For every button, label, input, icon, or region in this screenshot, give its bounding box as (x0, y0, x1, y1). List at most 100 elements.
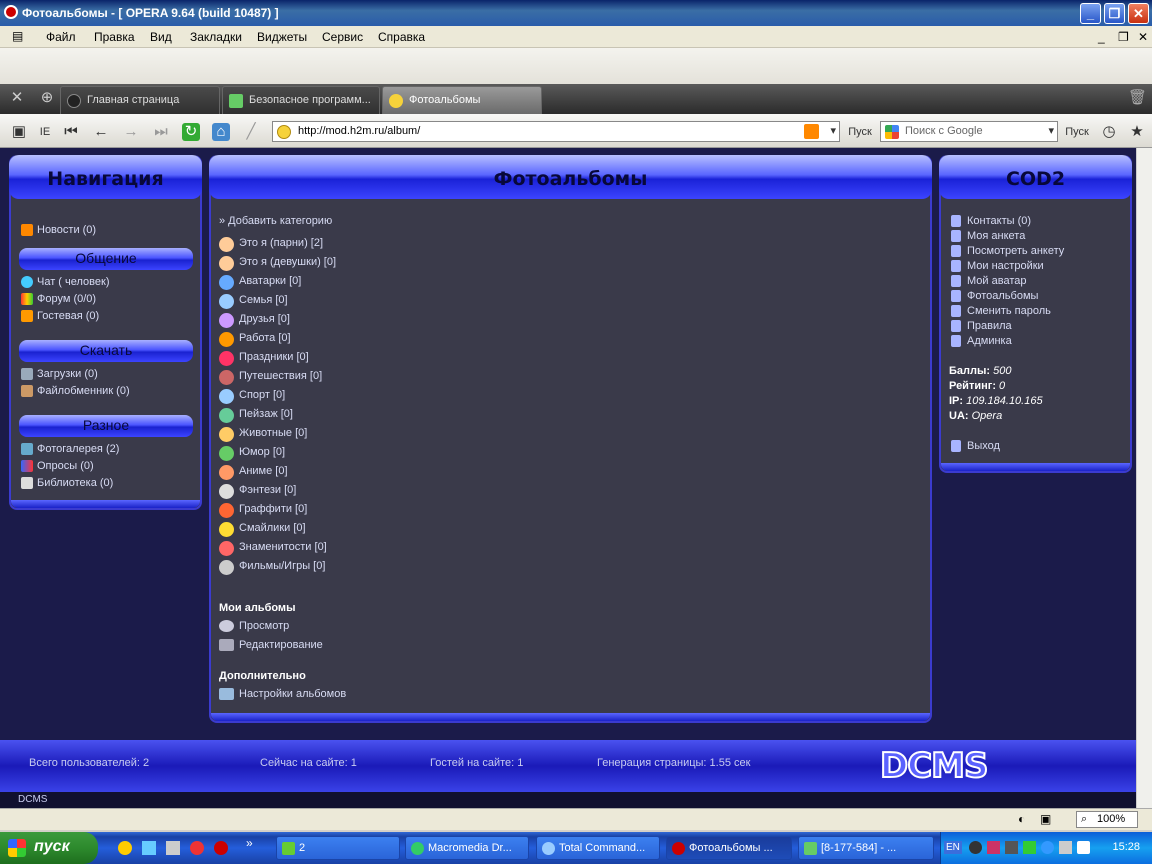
category-link[interactable]: Путешествия [0] (219, 370, 322, 385)
menu-file[interactable]: Файл (46, 30, 76, 44)
view-albums-link[interactable]: Просмотр (219, 620, 289, 632)
quicklaunch-icon[interactable] (166, 841, 180, 855)
new-tab-icon[interactable]: ⊕ (38, 89, 56, 107)
category-link[interactable]: Пейзаж [0] (219, 408, 293, 423)
ie-button[interactable]: IE (36, 123, 54, 141)
user-menu-link[interactable]: Мой аватар (951, 275, 1026, 287)
wand-icon[interactable]: ╱ (242, 123, 260, 141)
quicklaunch-icon[interactable] (190, 841, 204, 855)
nav-news-link[interactable]: Новости (0) (21, 224, 96, 236)
back-icon[interactable]: ← (92, 123, 110, 141)
mdi-minimize-button[interactable]: _ (1098, 30, 1105, 44)
taskbar-item[interactable]: Macromedia Dr... (405, 836, 529, 860)
user-menu-link[interactable]: Фотоальбомы (951, 290, 1038, 302)
category-link[interactable]: Это я (девушки) [0] (219, 256, 336, 271)
rss-icon[interactable] (804, 124, 819, 139)
user-menu-link[interactable]: Админка (951, 335, 1012, 347)
address-dropdown-icon[interactable]: ▾ (830, 124, 836, 137)
tray-icon[interactable] (1077, 841, 1090, 854)
user-menu-link[interactable]: Посмотреть анкету (951, 245, 1064, 257)
nav-chat-link[interactable]: Чат ( человек) (21, 276, 109, 288)
quicklaunch-icon[interactable] (118, 841, 132, 855)
category-link[interactable]: Фильмы/Игры [0] (219, 560, 325, 575)
tray-icon[interactable] (987, 841, 1000, 854)
nav-gallery-link[interactable]: Фотогалерея (2) (21, 443, 119, 455)
tray-icon[interactable] (1059, 841, 1072, 854)
tray-icon[interactable] (969, 841, 982, 854)
search-dropdown-icon[interactable]: ▾ (1048, 124, 1054, 137)
category-link[interactable]: Граффити [0] (219, 503, 307, 518)
add-category-link[interactable]: » Добавить категорию (219, 215, 332, 227)
menu-edit[interactable]: Правка (94, 30, 135, 44)
category-link[interactable]: Знаменитости [0] (219, 541, 327, 556)
nav-forum-link[interactable]: Форум (0/0) (21, 293, 96, 305)
user-menu-link[interactable]: Правила (951, 320, 1012, 332)
category-link[interactable]: Спорт [0] (219, 389, 285, 404)
menu-bookmarks[interactable]: Закладки (190, 30, 242, 44)
vertical-scrollbar[interactable] (1136, 148, 1152, 808)
category-link[interactable]: Фэнтези [0] (219, 484, 296, 499)
maximize-button[interactable]: ❐ (1104, 3, 1125, 24)
nav-polls-link[interactable]: Опросы (0) (21, 460, 94, 472)
nav-guestbook-link[interactable]: Гостевая (0) (21, 310, 99, 322)
edit-albums-link[interactable]: Редактирование (219, 639, 323, 651)
page-menu-icon[interactable]: ▤ (12, 29, 23, 43)
nav-fileshare-link[interactable]: Файлобменник (0) (21, 385, 130, 397)
menu-widgets[interactable]: Виджеты (257, 30, 307, 44)
reload-icon[interactable]: ↻ (182, 123, 200, 141)
presentation-mode-icon[interactable]: ◐ (1018, 812, 1025, 826)
minimize-button[interactable]: _ (1080, 3, 1101, 24)
fast-forward-icon[interactable]: ⏭ (152, 123, 170, 141)
menu-view[interactable]: Вид (150, 30, 172, 44)
trash-icon[interactable]: 🗑 (1128, 89, 1147, 107)
rewind-icon[interactable]: ⏮ (62, 123, 80, 141)
category-link[interactable]: Семья [0] (219, 294, 288, 309)
menu-tools[interactable]: Сервис (322, 30, 363, 44)
category-link[interactable]: Друзья [0] (219, 313, 290, 328)
category-link[interactable]: Это я (парни) [2] (219, 237, 323, 252)
quicklaunch-icon[interactable] (142, 841, 156, 855)
taskbar-item-active[interactable]: Фотоальбомы ... (666, 836, 792, 860)
forward-icon[interactable]: → (122, 123, 140, 141)
bookmark-star-icon[interactable]: ★ (1128, 123, 1146, 141)
tray-icon[interactable] (1023, 841, 1036, 854)
taskbar-item[interactable]: 2 (276, 836, 400, 860)
user-menu-link[interactable]: Сменить пароль (951, 305, 1051, 317)
tab-photoalbums[interactable]: Фотоальбомы (382, 86, 542, 114)
category-link[interactable]: Аватарки [0] (219, 275, 301, 290)
nav-downloads-link[interactable]: Загрузки (0) (21, 368, 98, 380)
category-link[interactable]: Аниме [0] (219, 465, 288, 480)
category-link[interactable]: Животные [0] (219, 427, 307, 442)
tray-icon[interactable] (1041, 841, 1054, 854)
taskbar-item[interactable]: Total Command... (536, 836, 660, 860)
tab-security[interactable]: Безопасное программ... (222, 86, 380, 114)
search-go-button[interactable]: Пуск (1062, 123, 1092, 141)
nav-library-link[interactable]: Библиотека (0) (21, 477, 113, 489)
address-field[interactable]: http://mod.h2m.ru/album/ ▾ (272, 121, 840, 142)
category-link[interactable]: Работа [0] (219, 332, 291, 347)
category-link[interactable]: Смайлики [0] (219, 522, 306, 537)
logout-link[interactable]: Выход (951, 440, 1000, 452)
album-settings-link[interactable]: Настройки альбомов (219, 688, 346, 700)
search-input[interactable]: Поиск с Google ▾ (880, 121, 1058, 142)
category-link[interactable]: Праздники [0] (219, 351, 309, 366)
tab-home[interactable]: Главная страница (60, 86, 220, 114)
category-link[interactable]: Юмор [0] (219, 446, 285, 461)
window-title-bar[interactable]: Фотоальбомы - [ OPERA 9.64 (build 10487)… (0, 0, 1152, 26)
quicklaunch-more-icon[interactable]: » (246, 836, 253, 850)
user-menu-link[interactable]: Моя анкета (951, 230, 1025, 242)
user-menu-link[interactable]: Контакты (0) (951, 215, 1031, 227)
home-icon[interactable]: ⌂ (212, 123, 230, 141)
user-menu-link[interactable]: Мои настройки (951, 260, 1044, 272)
mdi-close-button[interactable]: ✕ (1138, 30, 1148, 44)
taskbar-item[interactable]: [8-177-584] - ... (798, 836, 934, 860)
language-indicator[interactable]: EN (944, 841, 962, 854)
history-clock-icon[interactable]: ◷ (1100, 123, 1118, 141)
start-button[interactable]: пуск (0, 832, 98, 864)
tools-icon[interactable]: ✕ (8, 89, 26, 107)
quicklaunch-icon[interactable] (214, 841, 228, 855)
close-button[interactable]: ✕ (1128, 3, 1149, 24)
go-button[interactable]: Пуск (845, 123, 875, 141)
save-icon[interactable]: ▣ (10, 123, 28, 141)
tray-icon[interactable] (1005, 841, 1018, 854)
